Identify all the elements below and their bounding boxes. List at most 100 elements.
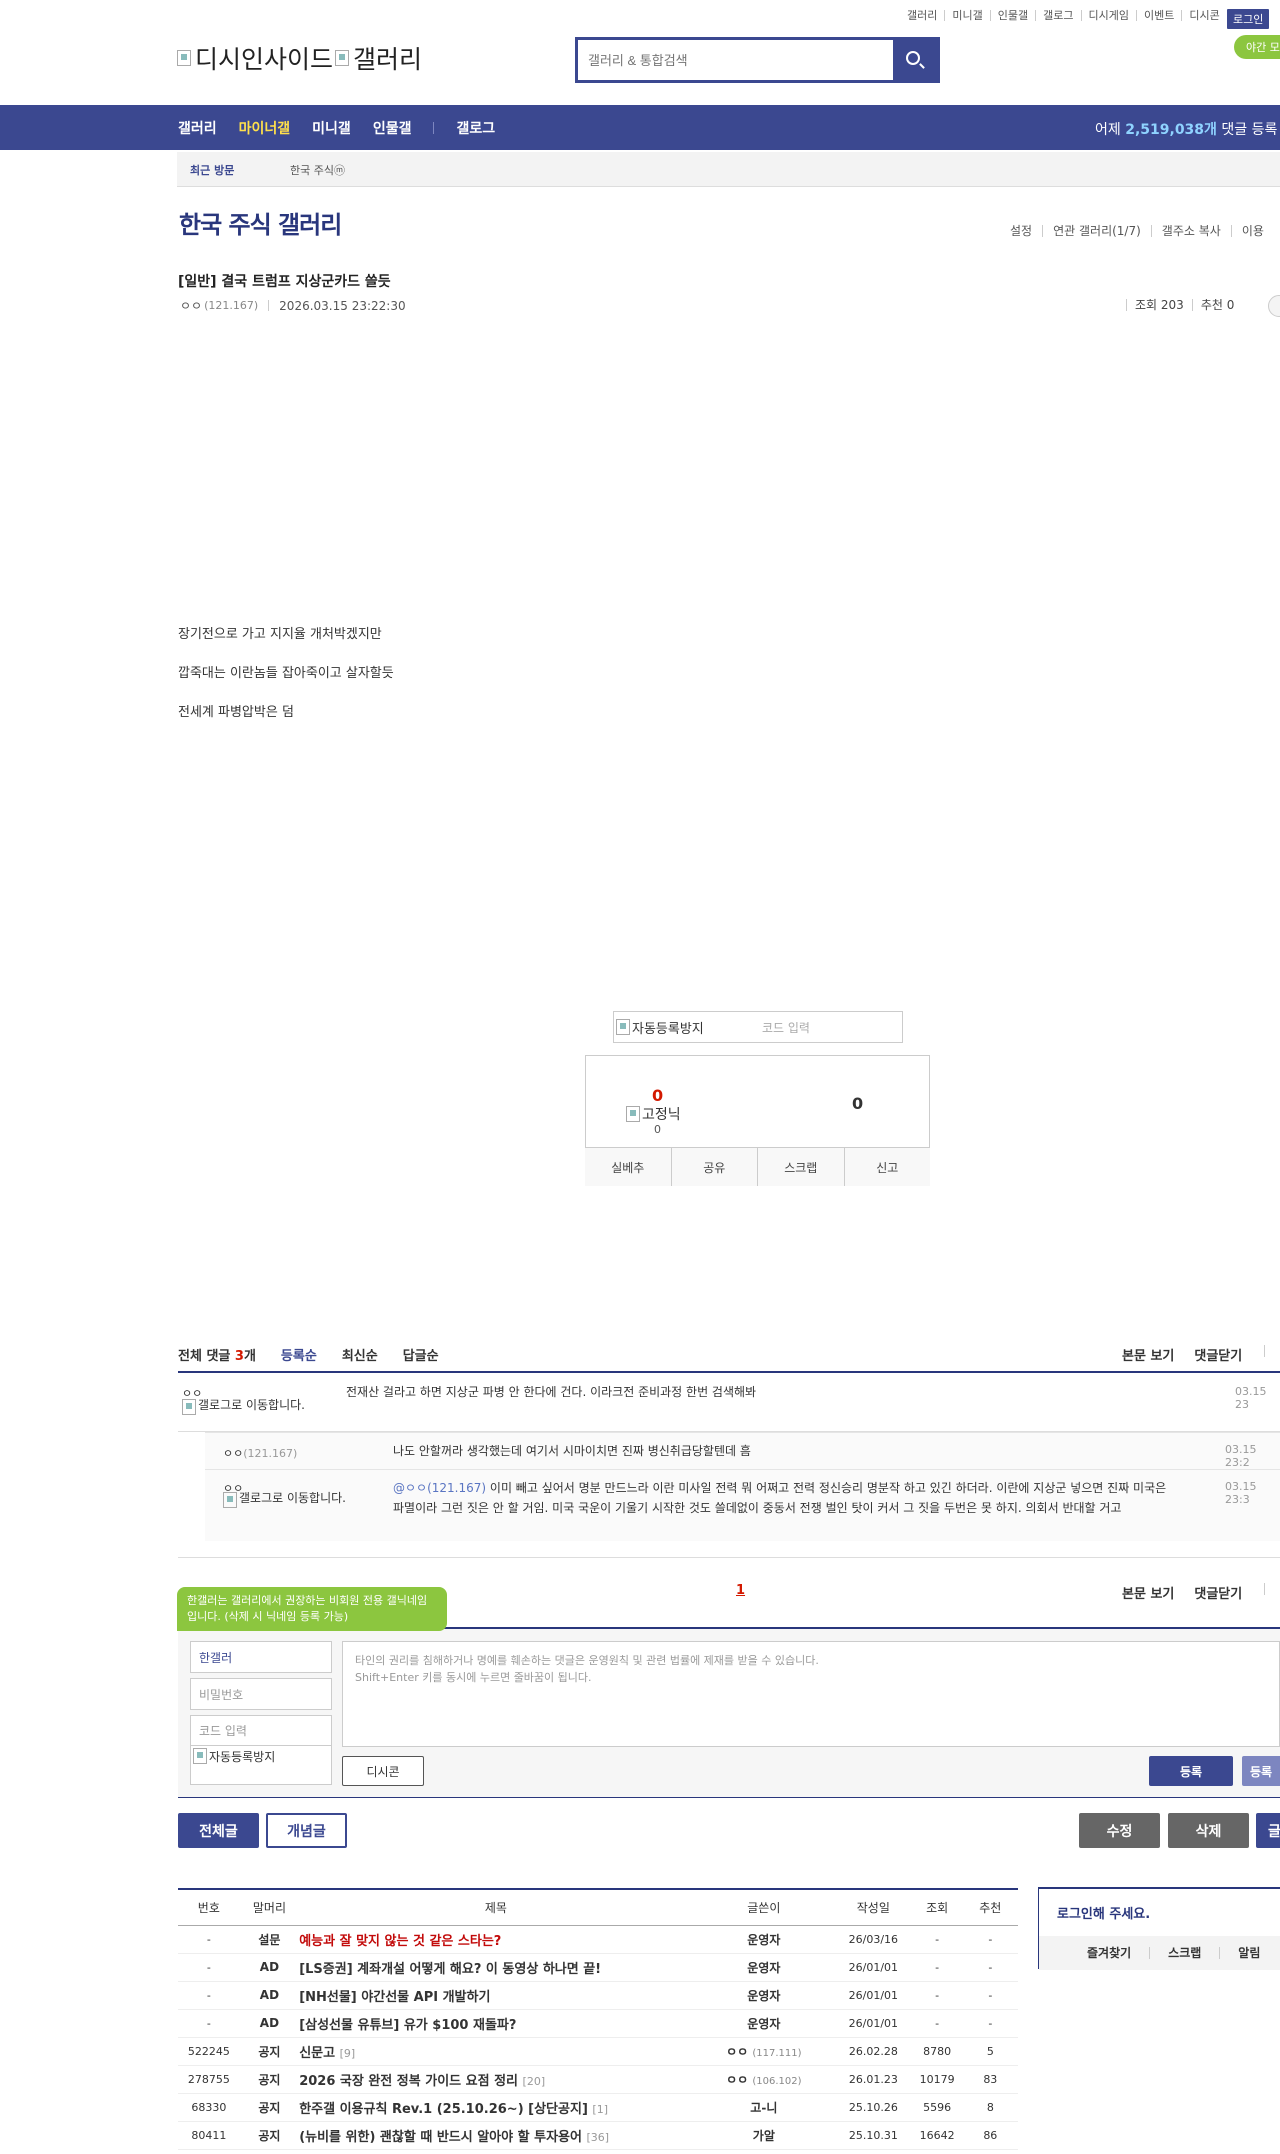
post-title-cell[interactable]: 예능과 잘 맞지 않는 것 같은 스타는? <box>299 1925 693 1954</box>
gallog-link[interactable]: 갤로그로 이동합니다. <box>223 1492 353 1508</box>
post-title-cell[interactable]: [삼성선물 유튜브] 유가 $100 재돌파? <box>299 2009 693 2038</box>
comment-submit-recommend-button[interactable]: 등록 <box>1242 1756 1280 1786</box>
post-writer-name[interactable]: 운영자 <box>747 2017 780 2031</box>
close-comments-button[interactable]: 댓글닫기 <box>1194 1345 1242 1364</box>
post-row[interactable]: - AD [NH선물] 야간선물 API 개발하기 운영자 26/01/01- - <box>178 1981 1018 2010</box>
edit-button[interactable]: 수정 <box>1079 1813 1160 1848</box>
post-title-cell[interactable]: 한주갤 이용규칙 Rev.1 (25.10.26~) [상단공지] [1] <box>299 2093 693 2122</box>
post-title-cell[interactable]: (뉴비를 위한) 괜찮할 때 반드시 알아야 할 투자용어 [36] <box>299 2121 693 2150</box>
close-comments-button[interactable]: 댓글닫기 <box>1194 1583 1242 1602</box>
delete-button[interactable]: 삭제 <box>1168 1813 1249 1848</box>
post-writer-name[interactable]: 가알 <box>753 2129 775 2143</box>
post-option-circle-icon[interactable] <box>1268 295 1280 317</box>
post-row[interactable]: - 설문 예능과 잘 맞지 않는 것 같은 스타는? 운영자 26/03/16- - <box>178 1925 1018 1954</box>
view-post-button[interactable]: 본문 보기 <box>1122 1583 1174 1602</box>
post-comment-count[interactable]: [36] <box>586 2131 609 2144</box>
comment-textarea[interactable]: 타인의 권리를 침해하거나 명예를 훼손하는 댓글은 운영원칙 및 관련 법률에… <box>342 1641 1280 1747</box>
post-writer[interactable]: 고-니 <box>692 2093 836 2122</box>
post-writer[interactable]: ㅇㅇ (117.111) <box>692 2037 836 2066</box>
login-button[interactable]: 로그인 <box>1227 9 1270 29</box>
post-title-cell[interactable]: [NH선물] 야간선물 API 개발하기 <box>299 1981 693 2010</box>
post-writer-name[interactable]: 운영자 <box>747 1989 780 2003</box>
gallery-settings-link[interactable]: 설정 <box>1000 225 1042 237</box>
nav-person-gallery[interactable]: 인물갤 <box>373 118 412 138</box>
post-writer[interactable]: ㅇㅇ (106.102) <box>692 2065 836 2094</box>
sort-by-replies[interactable]: 답글순 <box>403 1345 439 1364</box>
nav-gallery[interactable]: 갤러리 <box>178 118 217 138</box>
post-writer-name[interactable]: 고-니 <box>750 2101 777 2115</box>
post-writer-name[interactable]: 운영자 <box>747 1961 780 1975</box>
top-link-gallog[interactable]: 갤로그 <box>1036 10 1082 21</box>
site-logo[interactable]: 디시인사이드 갤러리 <box>177 40 422 76</box>
post-writer[interactable]: 가알 <box>692 2121 836 2150</box>
post-title-text[interactable]: (뉴비를 위한) 괜찮할 때 반드시 알아야 할 투자용어 <box>299 2130 582 2145</box>
sort-by-latest[interactable]: 최신순 <box>342 1345 378 1364</box>
post-title-text[interactable]: 한주갤 이용규칙 Rev.1 (25.10.26~) [상단공지] <box>299 2102 588 2117</box>
write-post-button[interactable]: 글 <box>1256 1813 1280 1848</box>
share-button[interactable]: 공유 <box>672 1148 758 1186</box>
gallog-link[interactable]: 갤로그로 이동합니다. <box>182 1399 312 1415</box>
notifications-link[interactable]: 알림 <box>1220 1947 1278 1959</box>
post-writer[interactable]: 운영자 <box>692 1925 836 1954</box>
post-writer[interactable]: 운영자 <box>692 2009 836 2038</box>
post-writer-name[interactable]: 운영자 <box>747 1933 780 1947</box>
post-author[interactable]: ㅇㅇ <box>180 297 202 314</box>
gallery-title[interactable]: 한국 주식 갤러리 <box>179 205 342 240</box>
comment-submit-button[interactable]: 등록 <box>1149 1756 1233 1786</box>
scrap-button[interactable]: 스크랩 <box>758 1148 845 1186</box>
view-post-button[interactable]: 본문 보기 <box>1122 1345 1174 1364</box>
password-input[interactable]: 비밀번호 <box>190 1678 332 1710</box>
post-comment-count[interactable]: [1] <box>592 2103 608 2116</box>
post-title-text[interactable]: [NH선물] 야간선물 API 개발하기 <box>299 1990 490 2005</box>
top-link-dcgame[interactable]: 디시게임 <box>1082 10 1137 21</box>
post-row[interactable]: 68330 공지 한주갤 이용규칙 Rev.1 (25.10.26~) [상단공지]… <box>178 2093 1018 2122</box>
reply-author[interactable]: ㅇㅇ(121.167) <box>223 1445 297 1461</box>
captcha-code-input[interactable]: 코드 입력 <box>762 1019 810 1036</box>
post-comment-count[interactable]: [9] <box>340 2047 356 2060</box>
post-row[interactable]: 80411 공지 (뉴비를 위한) 괜찮할 때 반드시 알아야 할 투자용어 [36… <box>178 2121 1018 2150</box>
recent-visit-item[interactable]: 한국 주식ⓜ <box>290 162 345 178</box>
search-input[interactable] <box>578 40 893 80</box>
post-row[interactable]: 278755 공지 2026 국장 완전 정복 가이드 요점 정리 [20] ㅇㅇ (… <box>178 2065 1018 2094</box>
post-row[interactable]: - AD [삼성선물 유튜브] 유가 $100 재돌파? 운영자 26/01/01- - <box>178 2009 1018 2038</box>
post-title-text[interactable]: [LS증권] 계좌개설 어떻게 해요? 이 동영상 하나면 끝! <box>299 1962 601 1977</box>
write-code-input[interactable]: 코드 입력 <box>190 1715 332 1745</box>
top-link-gallery[interactable]: 갤러리 <box>900 10 946 21</box>
copy-gallery-url-link[interactable]: 갤주소 복사 <box>1150 225 1231 237</box>
top-link-event[interactable]: 이벤트 <box>1137 10 1183 21</box>
post-writer-name[interactable]: ㅇㅇ <box>726 2073 748 2087</box>
post-writer-name[interactable]: ㅇㅇ <box>726 2045 748 2059</box>
post-title-text[interactable]: [삼성선물 유튜브] 유가 $100 재돌파? <box>299 2018 516 2033</box>
post-writer[interactable]: 운영자 <box>692 1953 836 1982</box>
favorites-link[interactable]: 즐겨찾기 <box>1039 1947 1151 1959</box>
report-button[interactable]: 신고 <box>845 1148 931 1186</box>
related-gallery-link[interactable]: 연관 갤러리(1/7) <box>1042 225 1151 237</box>
post-title-text[interactable]: 2026 국장 완전 정복 가이드 요점 정리 <box>299 2074 518 2089</box>
search-button[interactable] <box>893 40 937 80</box>
nickname-input[interactable]: 한갤러 <box>190 1641 332 1673</box>
post-title-cell[interactable]: 2026 국장 완전 정복 가이드 요점 정리 [20] <box>299 2065 693 2094</box>
all-posts-button[interactable]: 전체글 <box>178 1813 259 1848</box>
usage-link[interactable]: 이용 <box>1230 225 1274 237</box>
dccon-button[interactable]: 디시콘 <box>342 1756 424 1786</box>
post-title-cell[interactable]: [LS증권] 계좌개설 어떻게 해요? 이 동영상 하나면 끝! <box>299 1953 693 1982</box>
top-link-persongall[interactable]: 인물갤 <box>991 10 1037 21</box>
post-title-text[interactable]: 신문고 <box>299 2046 335 2061</box>
best-recommend-button[interactable]: 실베추 <box>585 1148 672 1186</box>
nav-gallog[interactable]: 갤로그 <box>456 118 495 138</box>
post-row[interactable]: - AD [LS증권] 계좌개설 어떻게 해요? 이 동영상 하나면 끝! 운영자 26… <box>178 1953 1018 1982</box>
sort-by-registered[interactable]: 등록순 <box>281 1345 317 1364</box>
nav-minor-gallery[interactable]: 마이너갤 <box>239 118 291 138</box>
top-link-minigall[interactable]: 미니갤 <box>945 10 991 21</box>
concept-posts-button[interactable]: 개념글 <box>266 1813 347 1848</box>
top-link-dccon[interactable]: 디시콘 <box>1182 10 1226 21</box>
login-prompt[interactable]: 로그인해 주세요. <box>1057 1903 1150 1922</box>
post-title-cell[interactable]: 신문고 [9] <box>299 2037 693 2066</box>
scrap-link[interactable]: 스크랩 <box>1150 1947 1221 1959</box>
post-title-text[interactable]: 예능과 잘 맞지 않는 것 같은 스타는? <box>299 1934 501 1949</box>
comment-page-1[interactable]: 1 <box>736 1583 745 1598</box>
post-writer[interactable]: 운영자 <box>692 1981 836 2010</box>
post-comment-count[interactable]: [20] <box>523 2075 546 2088</box>
reply-mention[interactable]: @ㅇㅇ(121.167) <box>393 1481 486 1495</box>
nav-mini-gallery[interactable]: 미니갤 <box>312 118 351 138</box>
